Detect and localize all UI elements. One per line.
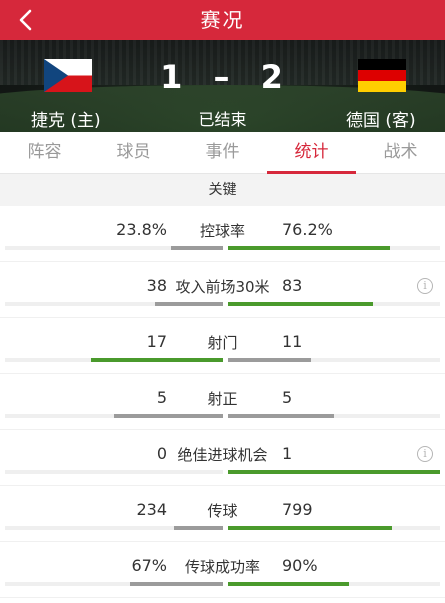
- away-stat-bar: [228, 470, 440, 474]
- stat-row: 234 传球 799: [0, 486, 445, 542]
- match-header: 1 – 2 捷克 (主) 已结束 德国 (客): [0, 40, 445, 132]
- home-stat-bar: [174, 526, 223, 530]
- stat-row: 5 射正 5: [0, 374, 445, 430]
- tab-tactics[interactable]: 战术: [356, 132, 445, 173]
- away-stat-bar: [228, 414, 334, 418]
- stat-row: 0 绝佳进球机会 1 i: [0, 430, 445, 486]
- away-stat-bar: [228, 358, 311, 362]
- stat-row: 17 射门 11: [0, 318, 445, 374]
- stat-row: 67% 传球成功率 90%: [0, 542, 445, 598]
- stat-label: 传球成功率: [184, 558, 260, 576]
- home-stat-bar: [171, 246, 223, 250]
- top-bar: 赛况: [0, 0, 445, 40]
- away-stat-value: 90%: [282, 556, 318, 575]
- home-stat-bar: [114, 414, 223, 418]
- score-separator: –: [213, 58, 232, 96]
- stat-label: 射正: [207, 390, 238, 408]
- home-score: 1: [160, 58, 185, 96]
- away-stat-value: 11: [282, 332, 303, 351]
- away-stat-bar: [228, 246, 390, 250]
- away-stat-bar: [228, 526, 392, 530]
- stat-row: 38 攻入前场30米 83 i: [0, 262, 445, 318]
- away-stat-value: 5: [282, 388, 293, 407]
- home-stat-bar: [155, 302, 223, 306]
- away-team-name[interactable]: 德国 (客): [346, 106, 416, 131]
- section-header-key: 关键: [0, 174, 445, 206]
- stat-label: 控球率: [199, 222, 245, 240]
- stat-label: 射门: [207, 334, 238, 352]
- tab-bar: 阵容 球员 事件 统计 战术: [0, 132, 445, 174]
- stat-row: 23.8% 控球率 76.2%: [0, 206, 445, 262]
- home-bar-track: [5, 470, 223, 474]
- page-title: 赛况: [200, 8, 245, 32]
- away-stat-bar: [228, 302, 373, 306]
- stat-label: 传球: [207, 502, 238, 520]
- info-icon[interactable]: i: [417, 278, 433, 294]
- home-stat-bar: [91, 358, 223, 362]
- away-stat-value: 76.2%: [282, 220, 333, 239]
- stat-label: 攻入前场30米: [175, 278, 270, 296]
- tab-lineup[interactable]: 阵容: [0, 132, 89, 173]
- away-score: 2: [260, 58, 285, 96]
- away-stat-value: 83: [282, 276, 303, 295]
- away-stat-value: 799: [282, 500, 313, 519]
- stats-list: 23.8% 控球率 76.2% 38 攻入前场30米 83 i 17 射门 11 5 射正 5 0 绝佳进球…: [0, 206, 445, 598]
- home-stat-bar: [130, 582, 223, 586]
- tab-events[interactable]: 事件: [178, 132, 267, 173]
- tab-players[interactable]: 球员: [89, 132, 178, 173]
- away-stat-bar: [228, 582, 349, 586]
- away-stat-value: 1: [282, 444, 293, 463]
- scoreline: 1 – 2: [0, 58, 445, 96]
- stat-label: 绝佳进球机会: [177, 446, 268, 464]
- info-icon[interactable]: i: [417, 446, 433, 462]
- tab-stats[interactable]: 统计: [267, 132, 356, 174]
